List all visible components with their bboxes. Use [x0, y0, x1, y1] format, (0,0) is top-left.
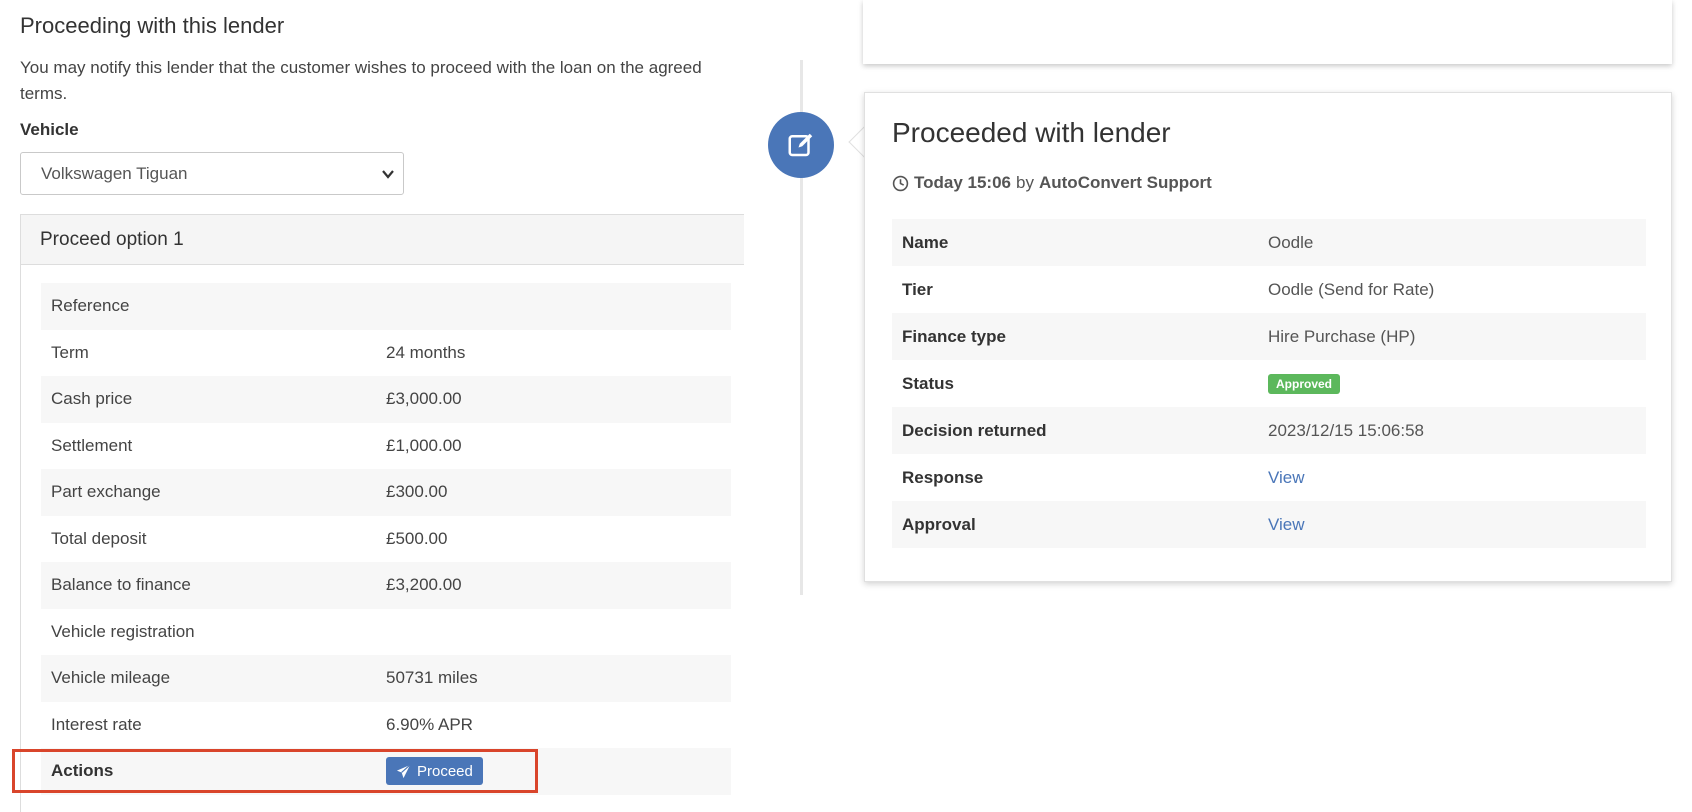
table-row: Reference [41, 283, 731, 330]
page-title: Proceeding with this lender [20, 13, 285, 38]
table-row: Total deposit £500.00 [41, 516, 731, 563]
row-label: Part exchange [51, 482, 161, 502]
chevron-down-icon [382, 170, 394, 179]
table-row: Response View [892, 454, 1646, 501]
row-value-cell: Approved [1268, 373, 1646, 394]
actions-cell: Proceed [386, 757, 731, 786]
table-row: Part exchange £300.00 [41, 469, 731, 516]
row-label: Approval [902, 514, 976, 534]
edit-icon [788, 133, 813, 157]
row-label: Name [902, 232, 949, 252]
table-row: Status Approved [892, 360, 1646, 407]
vehicle-select[interactable]: Volkswagen Tiguan [20, 152, 404, 195]
table-row: Finance type Hire Purchase (HP) [892, 313, 1646, 360]
card-by: by [1016, 173, 1034, 192]
proceed-option-heading: Proceed option 1 [21, 215, 744, 265]
row-value-cell: View [1268, 515, 1646, 535]
row-value: Hire Purchase (HP) [1268, 326, 1416, 346]
row-label: Vehicle registration [51, 621, 195, 641]
row-value: £1,000.00 [386, 435, 462, 455]
row-label: Balance to finance [51, 575, 191, 595]
proceed-option-table: Reference Term 24 months Cash price £3,0… [41, 283, 731, 795]
row-label: Response [902, 467, 984, 487]
card-title: Proceeded with lender [892, 117, 1171, 148]
timeline-edit-badge [768, 112, 834, 178]
row-value: 24 months [386, 342, 466, 362]
card-time: Today 15:06 [914, 173, 1012, 192]
table-row: Vehicle registration [41, 609, 731, 656]
table-row: Balance to finance £3,200.00 [41, 562, 731, 609]
card-user: AutoConvert Support [1038, 173, 1212, 192]
row-label: Decision returned [902, 420, 1047, 440]
row-value: £3,000.00 [386, 389, 462, 409]
actions-row: Actions Proceed [41, 748, 731, 795]
vehicle-label: Vehicle [20, 120, 79, 139]
row-value: Oodle (Send for Rate) [1268, 279, 1435, 299]
previous-timeline-card [863, 0, 1672, 64]
row-value: Oodle [1268, 232, 1314, 252]
timeline-card-proceeded: Proceeded with lender Today 15:06 by Aut… [864, 92, 1672, 582]
proceed-option-panel: Proceed option 1 Reference Term 24 month… [20, 214, 744, 812]
table-row: Approval View [892, 501, 1646, 548]
row-value: 50731 miles [386, 668, 478, 688]
card-details-table: Name Oodle Tier Oodle (Send for Rate) Fi… [892, 219, 1646, 548]
table-row: Vehicle mileage 50731 miles [41, 655, 731, 702]
table-row: Tier Oodle (Send for Rate) [892, 266, 1646, 313]
row-value: 2023/12/15 15:06:58 [1268, 420, 1424, 440]
proceed-button[interactable]: Proceed [386, 757, 483, 786]
status-badge: Approved [1268, 374, 1341, 394]
row-label: Cash price [51, 389, 133, 409]
table-row: Interest rate 6.90% APR [41, 702, 731, 749]
row-label: Total deposit [51, 528, 147, 548]
actions-label: Actions [51, 761, 114, 781]
row-label: Settlement [51, 435, 133, 455]
row-label: Interest rate [51, 714, 142, 734]
row-value-cell: View [1268, 468, 1646, 488]
intro-text: You may notify this lender that the cust… [20, 58, 702, 103]
table-row: Cash price £3,000.00 [41, 376, 731, 423]
vehicle-select-value: Volkswagen Tiguan [41, 164, 188, 183]
proceed-section: Proceeding with this lender You may noti… [0, 0, 744, 812]
row-label: Tier [902, 279, 933, 299]
row-label: Finance type [902, 326, 1006, 346]
proceed-button-label: Proceed [417, 762, 473, 780]
row-value: £300.00 [386, 482, 448, 502]
response-view-link[interactable]: View [1268, 468, 1305, 487]
table-row: Name Oodle [892, 219, 1646, 266]
approval-view-link[interactable]: View [1268, 515, 1305, 534]
paper-plane-icon [396, 764, 411, 778]
table-row: Settlement £1,000.00 [41, 423, 731, 470]
row-value: £500.00 [386, 528, 448, 548]
row-label: Reference [51, 296, 130, 316]
row-value: 6.90% APR [386, 714, 473, 734]
row-label: Vehicle mileage [51, 668, 171, 688]
row-label: Status [902, 373, 954, 393]
table-row: Decision returned 2023/12/15 15:06:58 [892, 407, 1646, 454]
card-meta: Today 15:06 by AutoConvert Support [892, 173, 1212, 193]
row-value: £3,200.00 [386, 575, 462, 595]
row-label: Term [51, 342, 89, 362]
table-row: Term 24 months [41, 330, 731, 377]
clock-icon [892, 175, 909, 191]
